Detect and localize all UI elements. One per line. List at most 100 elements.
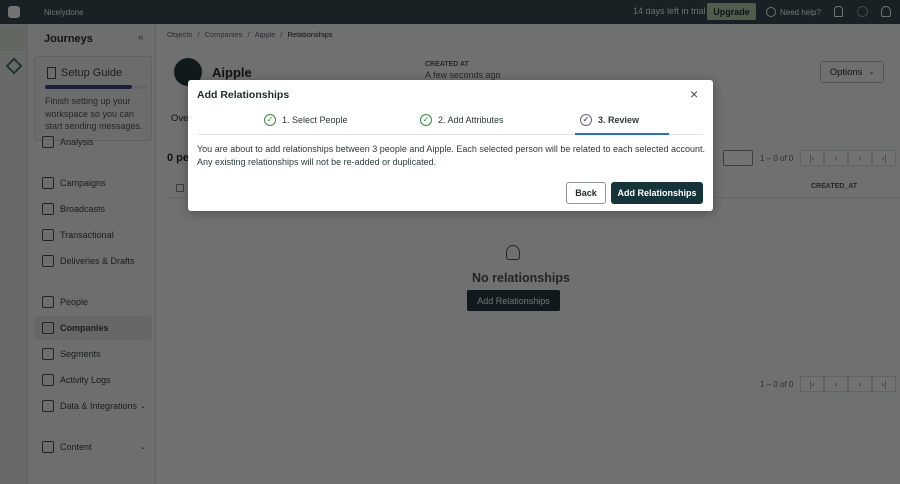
active-step-indicator [575,133,669,135]
check-circle-icon: ✓ [420,114,432,126]
options-label: Options [829,66,863,78]
sidebar-item-label: Campaigns [60,178,106,188]
companies-icon [42,322,54,334]
clipboard-icon [47,67,56,79]
sidebar-item-campaigns[interactable]: Campaigns [34,171,152,195]
sidebar-title: Journeys [44,33,93,45]
breadcrumb-current: Relationships [287,30,333,39]
upgrade-button[interactable]: Upgrade [707,3,756,20]
next-page-button[interactable]: › [848,150,872,166]
workspace-switcher[interactable]: Nicelydone [44,8,84,17]
step-add-attributes[interactable]: ✓ 2. Add Attributes [420,114,504,126]
breadcrumb-objects[interactable]: Objects [167,30,192,39]
activity-logs-icon [42,374,54,386]
created-at-value: A few seconds ago [425,70,501,80]
close-icon[interactable]: × [690,86,698,102]
step-review[interactable]: ✓ 3. Review [580,114,639,126]
sidebar-item-segments[interactable]: Segments [34,342,152,366]
help-icon [766,7,776,17]
sidebar-item-data-integrations[interactable]: Data & Integrations ⌄ [34,394,152,418]
setup-progress [45,85,147,89]
sidebar-item-label: Analysis [60,137,94,147]
page-background-dimmed[interactable]: Nicelydone 14 days left in trial Upgrade… [0,0,900,484]
add-relationships-empty-button[interactable]: Add Relationships [467,290,560,311]
app-rail [0,24,28,484]
transactional-icon [42,229,54,241]
sidebar-item-transactional[interactable]: Transactional [34,223,152,247]
company-name: Aipple [212,65,252,80]
select-all-checkbox[interactable] [176,184,184,192]
add-relationships-modal: Add Relationships × ✓ 1. Select People ✓ 2… [188,80,713,211]
last-page-button[interactable]: ›| [872,150,896,166]
created-at-label: CREATED AT [425,61,469,68]
first-page-button[interactable]: |‹ [800,150,824,166]
pagination-top: 1 – 0 of 0 [760,154,794,163]
next-page-button[interactable]: › [848,376,872,392]
breadcrumb: Objects / Companies / Aipple / Relationship… [167,30,333,39]
segments-icon [42,348,54,360]
user-icon[interactable] [881,6,891,17]
sidebar-item-companies[interactable]: Companies [34,316,152,340]
check-circle-icon: ✓ [264,114,276,126]
review-message: You are about to add relationships betwe… [197,144,706,154]
step-label: 2. Add Attributes [438,115,504,125]
prev-page-button[interactable]: ‹ [824,150,848,166]
integrations-app-icon[interactable] [5,57,23,75]
column-created-at[interactable]: CREATED_AT [811,183,857,190]
sidebar-item-label: Activity Logs [60,375,111,385]
content-icon [42,441,54,453]
columns-icon[interactable] [723,150,753,166]
people-icon [42,296,54,308]
check-circle-icon: ✓ [580,114,592,126]
empty-state-title: No relationships [472,271,570,285]
gear-icon[interactable] [857,6,868,17]
back-button[interactable]: Back [566,182,606,204]
sidebar-item-label: Transactional [60,230,114,240]
person-icon [506,245,520,260]
data-integrations-icon [42,400,54,412]
last-page-button[interactable]: ›| [872,376,896,392]
collapse-icon[interactable]: « [138,32,144,43]
campaigns-icon [42,177,54,189]
journeys-app-icon[interactable] [0,27,28,51]
breadcrumb-company[interactable]: Aipple [255,30,276,39]
sidebar-item-deliveries-drafts[interactable]: Deliveries & Drafts [34,249,152,273]
broadcasts-icon [42,203,54,215]
sidebar-item-activity-logs[interactable]: Activity Logs [34,368,152,392]
sidebar-item-label: Content [60,442,92,452]
chevron-down-icon[interactable]: ⌄ [140,402,146,410]
sidebar-item-label: Segments [60,349,101,359]
sidebar: Journeys « Setup Guide Finish setting up… [28,24,156,484]
deliveries-drafts-icon [42,255,54,267]
prev-page-button[interactable]: ‹ [824,376,848,392]
sidebar-item-label: Broadcasts [60,204,106,214]
need-help-link[interactable]: Need help? [780,8,821,17]
sidebar-item-label: Data & Integrations [60,401,138,411]
logo-icon[interactable] [8,6,20,18]
setup-guide-title: Setup Guide [61,67,123,79]
pagination-bottom: 1 – 0 of 0 [760,380,794,389]
sidebar-item-content[interactable]: Content ⌄ [34,435,152,459]
trial-text: 14 days left in trial [633,6,706,16]
sidebar-item-label: Deliveries & Drafts [60,256,135,266]
sidebar-item-label: Companies [60,323,109,333]
sidebar-item-people[interactable]: People [34,290,152,314]
add-relationships-button[interactable]: Add Relationships [611,182,703,204]
analysis-icon [42,136,54,148]
sidebar-item-analysis[interactable]: Analysis [34,130,152,154]
setup-guide-text: Finish setting up your workspace so you … [45,96,143,131]
breadcrumb-companies[interactable]: Companies [205,30,243,39]
step-select-people[interactable]: ✓ 1. Select People [264,114,348,126]
sidebar-item-label: People [60,297,89,307]
first-page-button[interactable]: |‹ [800,376,824,392]
bell-icon[interactable] [834,6,843,17]
step-label: 1. Select People [282,115,348,125]
options-button[interactable]: Options ⌄ [820,61,884,83]
setup-guide-card[interactable]: Setup Guide Finish setting up your works… [34,56,152,141]
sidebar-item-broadcasts[interactable]: Broadcasts [34,197,152,221]
step-label: 3. Review [598,115,640,125]
modal-title: Add Relationships [197,89,290,101]
review-note: Any existing relationships will not be r… [197,157,437,167]
top-bar: Nicelydone 14 days left in trial Upgrade… [0,0,900,24]
chevron-down-icon[interactable]: ⌄ [140,443,146,451]
